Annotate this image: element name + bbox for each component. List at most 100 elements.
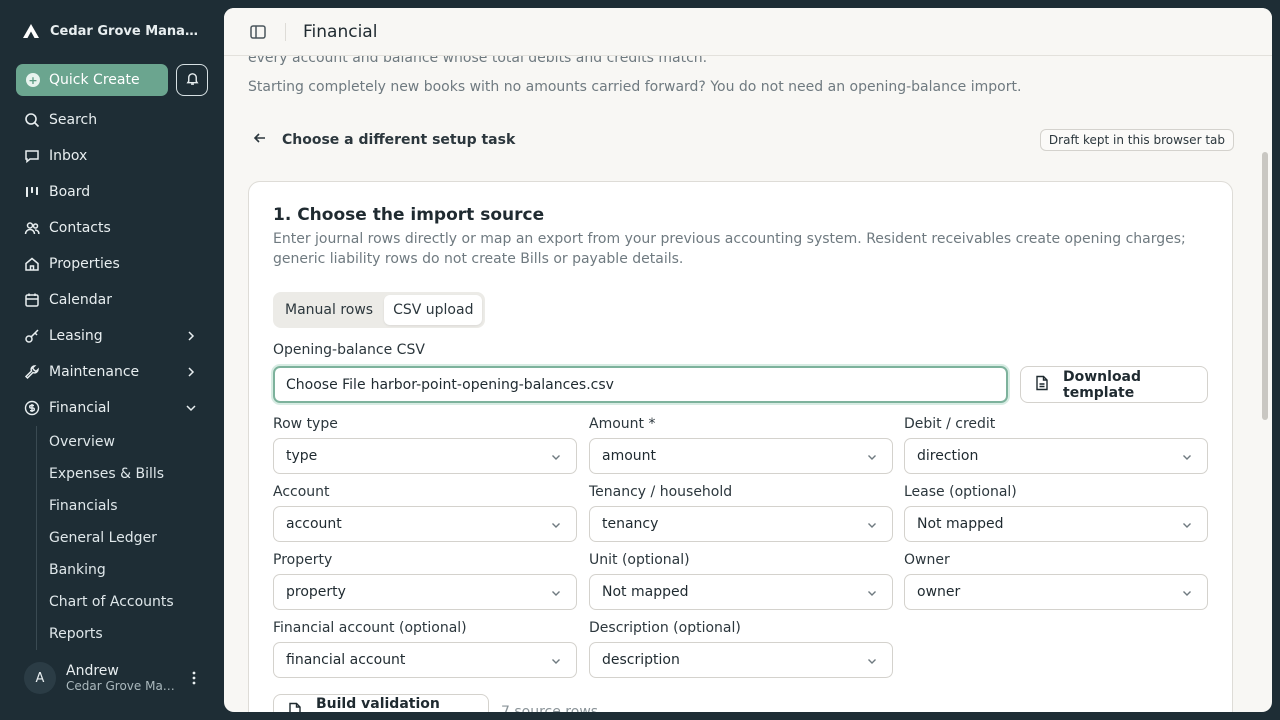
select-value: account [286, 516, 342, 532]
field-label-lease: Lease (optional) [904, 484, 1017, 500]
plus-icon: + [26, 73, 40, 87]
tab-manual-rows[interactable]: Manual rows [276, 295, 382, 325]
select-value: direction [917, 448, 979, 464]
card-title: 1. Choose the import source [273, 205, 545, 225]
sidebar-item-label: Leasing [49, 328, 103, 344]
user-menu[interactable]: A Andrew Cedar Grove Management [24, 662, 209, 694]
contacts-icon [24, 220, 40, 236]
file-check-icon [288, 702, 302, 712]
arrow-left-icon [252, 130, 268, 150]
file-icon [1035, 375, 1049, 395]
main-panel: Financial every account and balance whos… [224, 8, 1272, 712]
build-validation-preview-button[interactable]: Build validation preview [273, 694, 489, 712]
quick-create-label: Quick Create [49, 72, 140, 88]
draft-badge: Draft kept in this browser tab [1039, 129, 1234, 151]
board-icon [24, 184, 40, 200]
sidebar-item-label: Search [49, 112, 98, 128]
sidebar-item-search[interactable]: Search [0, 102, 224, 138]
sidebar-subitem-financials[interactable]: Financials [37, 490, 224, 522]
org-switcher[interactable]: Cedar Grove Management [22, 22, 212, 40]
download-template-label: Download template [1063, 368, 1142, 401]
row-type-select[interactable]: type [273, 438, 577, 474]
lease-select[interactable]: Not mapped [904, 506, 1208, 542]
sidebar-item-maintenance[interactable]: Maintenance [0, 354, 224, 390]
content-area[interactable]: every account and balance whose total de… [224, 56, 1272, 712]
sidebar-item-contacts[interactable]: Contacts [0, 210, 224, 246]
scrollbar[interactable] [1262, 152, 1268, 420]
org-name: Cedar Grove Management [50, 23, 200, 39]
debit-credit-select[interactable]: direction [904, 438, 1208, 474]
unit-select[interactable]: Not mapped [589, 574, 893, 610]
sidebar-item-board[interactable]: Board [0, 174, 224, 210]
calendar-icon [24, 292, 40, 308]
field-label-amount: Amount * [589, 416, 656, 432]
field-label-property: Property [273, 552, 333, 568]
intro-text: every account and balance whose total de… [248, 56, 708, 66]
sidebar-subitem-expenses-bills[interactable]: Expenses & Bills [37, 458, 224, 490]
tab-csv-upload[interactable]: CSV upload [384, 295, 483, 325]
account-select[interactable]: account [273, 506, 577, 542]
sidebar-item-financial[interactable]: Financial [0, 390, 224, 426]
sidebar-item-inbox[interactable]: Inbox [0, 138, 224, 174]
select-value: Not mapped [917, 516, 1004, 532]
topbar: Financial [224, 8, 1272, 56]
back-link-label: Choose a different setup task [282, 132, 516, 148]
card-description: Enter journal rows directly or map an ex… [273, 231, 1186, 267]
sidebar-toggle-icon[interactable] [249, 23, 267, 41]
sidebar-item-label: Financial [49, 400, 111, 416]
owner-select[interactable]: owner [904, 574, 1208, 610]
avatar: A [24, 662, 56, 694]
amount-select[interactable]: amount [589, 438, 893, 474]
chevron-right-icon [184, 365, 198, 379]
chevron-down-icon [1181, 451, 1193, 463]
sidebar-item-label: Contacts [49, 220, 111, 236]
chevron-right-icon [184, 329, 198, 343]
property-select[interactable]: property [273, 574, 577, 610]
csv-label: Opening-balance CSV [273, 342, 425, 358]
sidebar-subitem-general-ledger[interactable]: General Ledger [37, 522, 224, 554]
logo-icon [22, 22, 40, 40]
sidebar-item-calendar[interactable]: Calendar [0, 282, 224, 318]
field-label-description: Description (optional) [589, 620, 741, 636]
wrench-icon [24, 364, 40, 380]
sidebar-subitem-chart-of-accounts[interactable]: Chart of Accounts [37, 586, 224, 618]
chevron-down-icon [550, 587, 562, 599]
sidebar-subitem-banking[interactable]: Banking [37, 554, 224, 586]
description-select[interactable]: description [589, 642, 893, 678]
choose-file-button[interactable]: Choose File [286, 377, 366, 393]
tenancy-select[interactable]: tenancy [589, 506, 893, 542]
csv-file-input[interactable]: Choose File harbor-point-opening-balance… [273, 366, 1008, 403]
chevron-down-icon [1181, 587, 1193, 599]
sidebar-item-label: Properties [49, 256, 120, 272]
sidebar-subitem-overview[interactable]: Overview [37, 426, 224, 458]
sidebar-subitem-reports[interactable]: Reports [37, 618, 224, 650]
field-label-unit: Unit (optional) [589, 552, 690, 568]
chevron-down-icon [866, 655, 878, 667]
field-label-account: Account [273, 484, 330, 500]
import-source-card: 1. Choose the import source Enter journa… [248, 181, 1233, 712]
search-icon [24, 112, 40, 128]
key-icon [24, 328, 40, 344]
sidebar-item-properties[interactable]: Properties [0, 246, 224, 282]
home-icon [24, 256, 40, 272]
user-name: Andrew [66, 663, 119, 679]
quick-create-button[interactable]: + Quick Create [16, 64, 168, 96]
download-template-button[interactable]: Download template [1020, 366, 1208, 403]
more-vertical-icon[interactable] [187, 670, 201, 686]
user-org: Cedar Grove Management [66, 679, 178, 693]
financial-account-select[interactable]: financial account [273, 642, 577, 678]
sidebar-item-leasing[interactable]: Leasing [0, 318, 224, 354]
sidebar-item-label: Inbox [49, 148, 88, 164]
field-label-row-type: Row type [273, 416, 338, 432]
source-rows-count: 7 source rows [501, 704, 599, 712]
field-label-tenancy: Tenancy / household [589, 484, 733, 500]
notifications-button[interactable] [176, 64, 208, 96]
select-value: Not mapped [602, 584, 689, 600]
build-validation-preview-label: Build validation preview [316, 696, 440, 712]
select-value: owner [917, 584, 961, 600]
back-link[interactable]: Choose a different setup task [252, 130, 515, 150]
sidebar-nav: Search Inbox Board Contacts Properties C… [0, 102, 224, 650]
field-label-debit-credit: Debit / credit [904, 416, 996, 432]
chevron-down-icon [550, 451, 562, 463]
chevron-down-icon [550, 519, 562, 531]
